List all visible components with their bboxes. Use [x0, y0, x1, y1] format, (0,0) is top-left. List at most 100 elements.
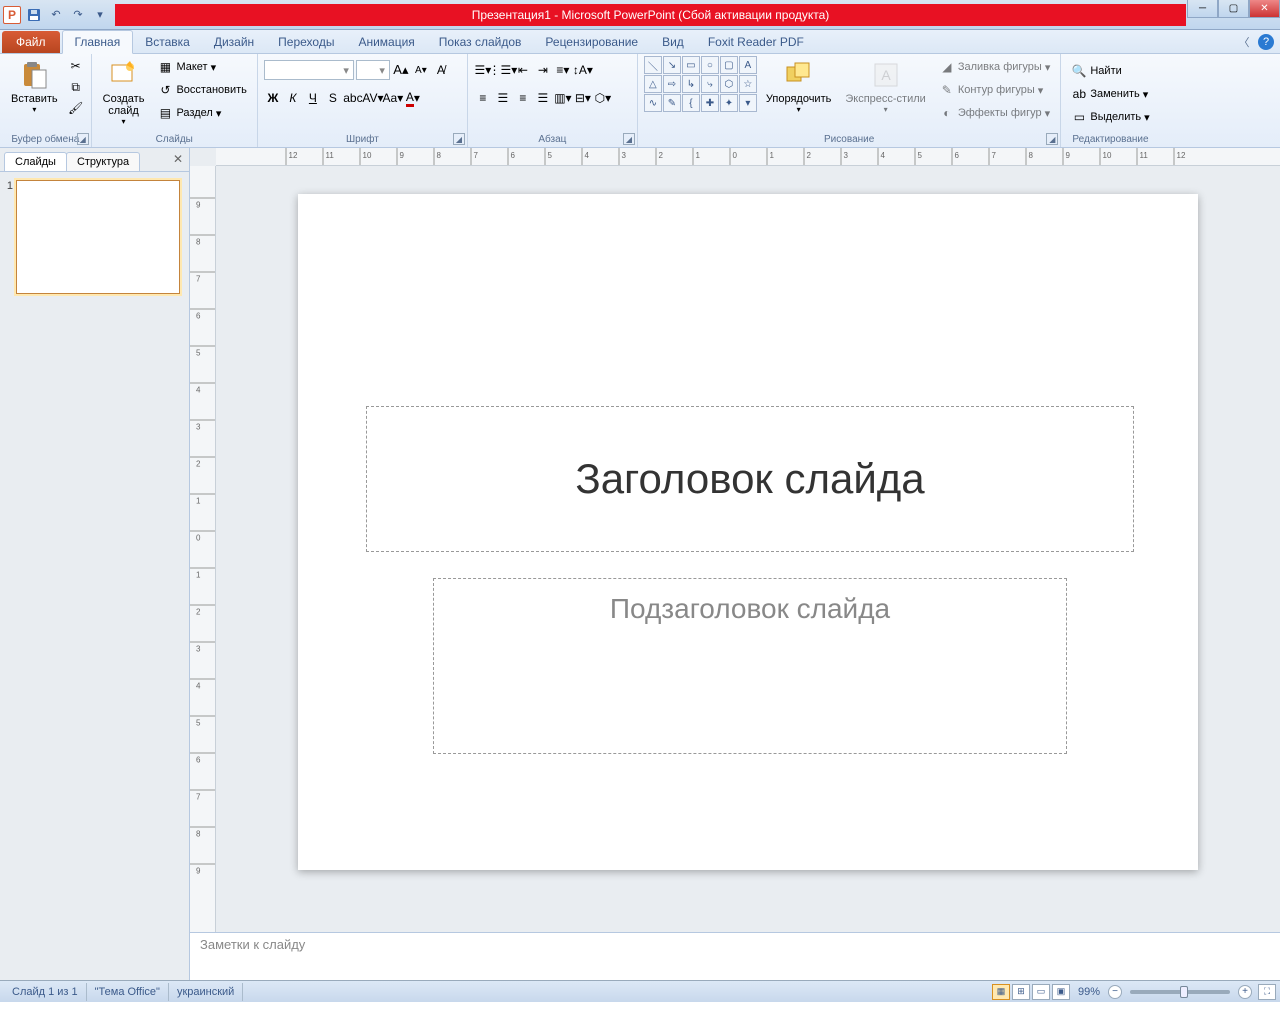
view-reading-icon[interactable]: ▭ [1032, 984, 1050, 1000]
fit-to-window-icon[interactable]: ⛶ [1258, 984, 1276, 1000]
shape-larrow-icon[interactable]: ⇨ [663, 75, 681, 93]
tab-transitions[interactable]: Переходы [266, 31, 346, 53]
redo-icon[interactable]: ↷ [69, 6, 87, 24]
quick-styles-button[interactable]: A Экспресс-стили▾ [840, 56, 930, 117]
smartart-icon[interactable]: ⬡▾ [594, 88, 612, 108]
shape-line-icon[interactable]: ＼ [644, 56, 662, 74]
panel-tab-outline[interactable]: Структура [66, 152, 140, 171]
title-placeholder[interactable]: Заголовок слайда [366, 406, 1134, 552]
shape-oval-icon[interactable]: ○ [701, 56, 719, 74]
clear-format-icon[interactable]: A̸ [432, 60, 450, 80]
underline-icon[interactable]: Ч [304, 88, 322, 108]
help-icon[interactable]: ? [1258, 34, 1274, 50]
paste-button[interactable]: Вставить ▾ [6, 56, 63, 117]
shape-curve-icon[interactable]: ∿ [644, 94, 662, 112]
thumbnails-list[interactable]: 1 [0, 172, 189, 980]
thumbnail-item[interactable]: 1 [4, 180, 185, 302]
tab-animation[interactable]: Анимация [346, 31, 426, 53]
save-icon[interactable] [25, 6, 43, 24]
replace-button[interactable]: abЗаменить ▾ [1067, 83, 1153, 105]
zoom-value[interactable]: 99% [1078, 986, 1100, 998]
vertical-ruler[interactable]: 9876543210123456789 [190, 166, 216, 932]
arrange-button[interactable]: Упорядочить▾ [761, 56, 836, 117]
font-launcher[interactable]: ◢ [453, 133, 465, 145]
panel-close-icon[interactable]: ✕ [173, 152, 183, 166]
view-normal-icon[interactable]: ▦ [992, 984, 1010, 1000]
thumbnail-preview[interactable] [16, 180, 180, 294]
shape-textbox-icon[interactable]: A [739, 56, 757, 74]
bold-icon[interactable]: Ж [264, 88, 282, 108]
shadow-icon[interactable]: abc [344, 88, 362, 108]
view-sorter-icon[interactable]: ⊞ [1012, 984, 1030, 1000]
tab-design[interactable]: Дизайн [202, 31, 266, 53]
zoom-in-icon[interactable]: + [1238, 985, 1252, 999]
horizontal-ruler[interactable]: 1211109876543210123456789101112 [216, 148, 1280, 166]
undo-icon[interactable]: ↶ [47, 6, 65, 24]
slide-canvas-area[interactable]: Заголовок слайда Подзаголовок слайда [216, 166, 1280, 932]
status-slide-info[interactable]: Слайд 1 из 1 [4, 983, 87, 1001]
shapes-gallery[interactable]: ＼ ↘ ▭ ○ ▢ A △ ⇨ ↳ ⤷ ⬡ ☆ ∿ ✎ { ✚ ✦ ▾ [644, 56, 757, 112]
find-button[interactable]: 🔍Найти [1067, 60, 1153, 82]
shape-fill-button[interactable]: ◢Заливка фигуры ▾ [935, 56, 1055, 78]
shape-more-icon[interactable]: ▾ [739, 94, 757, 112]
maximize-button[interactable]: ▢ [1218, 0, 1249, 18]
shape-rrect-icon[interactable]: ▢ [720, 56, 738, 74]
tab-insert[interactable]: Вставка [133, 31, 202, 53]
zoom-out-icon[interactable]: − [1108, 985, 1122, 999]
strike-icon[interactable]: S [324, 88, 342, 108]
text-direction-icon[interactable]: ↕A▾ [574, 60, 592, 80]
panel-tab-slides[interactable]: Слайды [4, 152, 67, 171]
paragraph-launcher[interactable]: ◢ [623, 133, 635, 145]
minimize-ribbon-icon[interactable]: 〈 [1236, 34, 1252, 50]
tab-slideshow[interactable]: Показ слайдов [427, 31, 534, 53]
shape-outline-button[interactable]: ✎Контур фигуры ▾ [935, 79, 1055, 101]
shape-plus-icon[interactable]: ✚ [701, 94, 719, 112]
slide[interactable]: Заголовок слайда Подзаголовок слайда [298, 194, 1198, 870]
case-icon[interactable]: Aa▾ [384, 88, 402, 108]
tab-review[interactable]: Рецензирование [533, 31, 650, 53]
italic-icon[interactable]: К [284, 88, 302, 108]
copy-icon[interactable]: ⧉ [67, 77, 85, 97]
font-name-combo[interactable]: ▾ [264, 60, 354, 80]
shape-free-icon[interactable]: ✎ [663, 94, 681, 112]
tab-foxit[interactable]: Foxit Reader PDF [696, 31, 816, 53]
file-tab[interactable]: Файл [2, 31, 60, 53]
shape-darrow-icon[interactable]: ↳ [682, 75, 700, 93]
tab-home[interactable]: Главная [62, 30, 134, 54]
grow-font-icon[interactable]: A▴ [392, 60, 410, 80]
align-right-icon[interactable]: ≡ [514, 88, 532, 108]
view-slideshow-icon[interactable]: ▣ [1052, 984, 1070, 1000]
section-button[interactable]: ▤Раздел ▾ [153, 102, 250, 124]
align-center-icon[interactable]: ☰ [494, 88, 512, 108]
subtitle-placeholder[interactable]: Подзаголовок слайда [433, 578, 1067, 754]
layout-button[interactable]: ▦Макет ▾ [153, 56, 250, 78]
increase-indent-icon[interactable]: ⇥ [534, 60, 552, 80]
reset-button[interactable]: ↺Восстановить [153, 79, 250, 101]
justify-icon[interactable]: ☰ [534, 88, 552, 108]
drawing-launcher[interactable]: ◢ [1046, 133, 1058, 145]
font-color-icon[interactable]: A▾ [404, 88, 422, 108]
shape-arrow-icon[interactable]: ↘ [663, 56, 681, 74]
tab-view[interactable]: Вид [650, 31, 696, 53]
spacing-icon[interactable]: AV▾ [364, 88, 382, 108]
select-button[interactable]: ▭Выделить ▾ [1067, 106, 1153, 128]
cut-icon[interactable]: ✂ [67, 56, 85, 76]
shrink-font-icon[interactable]: A▾ [412, 60, 430, 80]
font-size-combo[interactable]: ▾ [356, 60, 390, 80]
align-left-icon[interactable]: ≡ [474, 88, 492, 108]
shape-hex-icon[interactable]: ⬡ [720, 75, 738, 93]
zoom-slider[interactable] [1130, 990, 1230, 994]
line-spacing-icon[interactable]: ≡▾ [554, 60, 572, 80]
qat-dropdown-icon[interactable]: ▾ [91, 6, 109, 24]
format-painter-icon[interactable]: 🖌 [67, 98, 85, 118]
shape-brace-icon[interactable]: { [682, 94, 700, 112]
status-theme[interactable]: "Тема Office" [87, 983, 169, 1001]
clipboard-launcher[interactable]: ◢ [77, 133, 89, 145]
zoom-thumb[interactable] [1180, 986, 1188, 998]
shape-star4-icon[interactable]: ✦ [720, 94, 738, 112]
shape-star-icon[interactable]: ☆ [739, 75, 757, 93]
status-language[interactable]: украинский [169, 983, 243, 1001]
close-button[interactable]: ✕ [1249, 0, 1280, 18]
decrease-indent-icon[interactable]: ⇤ [514, 60, 532, 80]
notes-pane[interactable]: Заметки к слайду [190, 932, 1280, 980]
